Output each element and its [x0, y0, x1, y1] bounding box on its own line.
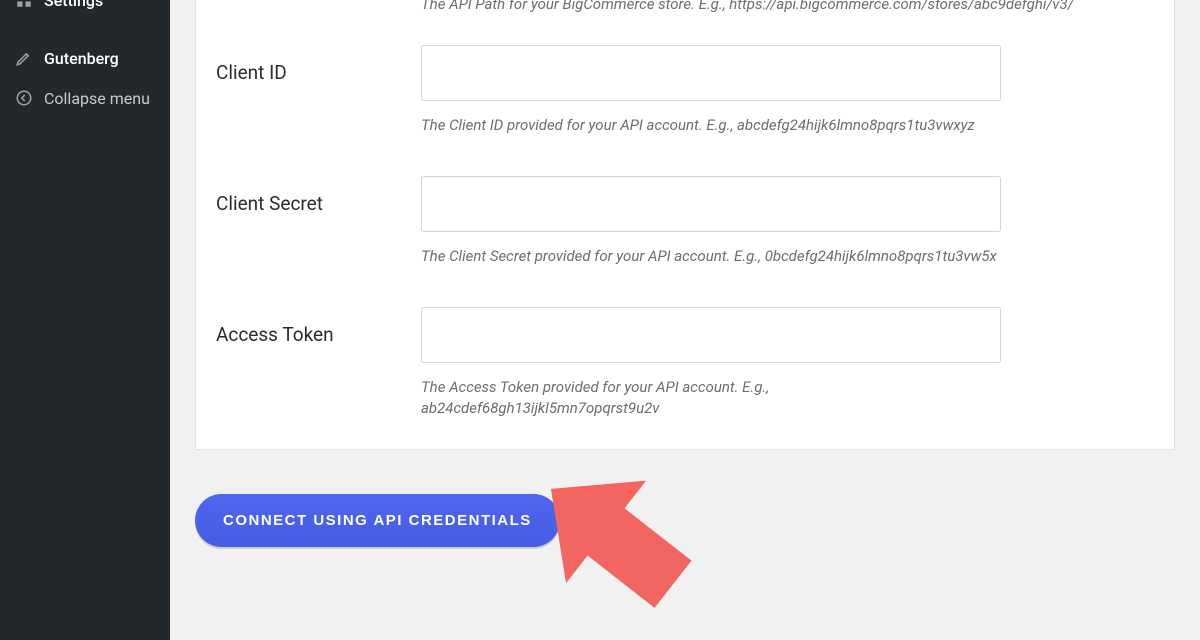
collapse-icon — [14, 88, 34, 108]
access-token-input[interactable] — [421, 307, 1001, 363]
sidebar-item-gutenberg[interactable]: Gutenberg — [0, 38, 170, 78]
main-content: The API Path for your BigCommerce store.… — [170, 0, 1200, 640]
sidebar-item-label: Gutenberg — [44, 49, 156, 68]
access-token-help: The Access Token provided for your API a… — [421, 377, 1001, 419]
client-secret-label: Client Secret — [216, 176, 421, 215]
client-id-input[interactable] — [421, 45, 1001, 101]
row-access-token: Access Token The Access Token provided f… — [196, 297, 1174, 419]
admin-sidebar: Settings Gutenberg Collapse menu — [0, 0, 170, 640]
access-token-label: Access Token — [216, 307, 421, 346]
client-id-help: The Client ID provided for your API acco… — [421, 115, 1001, 136]
sidebar-item-label: Collapse menu — [44, 89, 156, 108]
api-path-help: The API Path for your BigCommerce store.… — [196, 0, 1174, 15]
connect-api-button[interactable]: CONNECT USING API CREDENTIALS — [195, 494, 560, 547]
api-credentials-panel: The API Path for your BigCommerce store.… — [195, 0, 1175, 450]
client-secret-input[interactable] — [421, 176, 1001, 232]
sidebar-item-settings[interactable]: Settings — [0, 0, 170, 20]
row-client-id: Client ID The Client ID provided for you… — [196, 35, 1174, 136]
client-id-label: Client ID — [216, 45, 421, 84]
row-client-secret: Client Secret The Client Secret provided… — [196, 166, 1174, 267]
settings-icon — [14, 0, 34, 10]
pen-icon — [14, 48, 34, 68]
client-secret-help: The Client Secret provided for your API … — [421, 246, 1001, 267]
sidebar-item-collapse[interactable]: Collapse menu — [0, 78, 170, 118]
sidebar-item-label: Settings — [44, 0, 156, 10]
